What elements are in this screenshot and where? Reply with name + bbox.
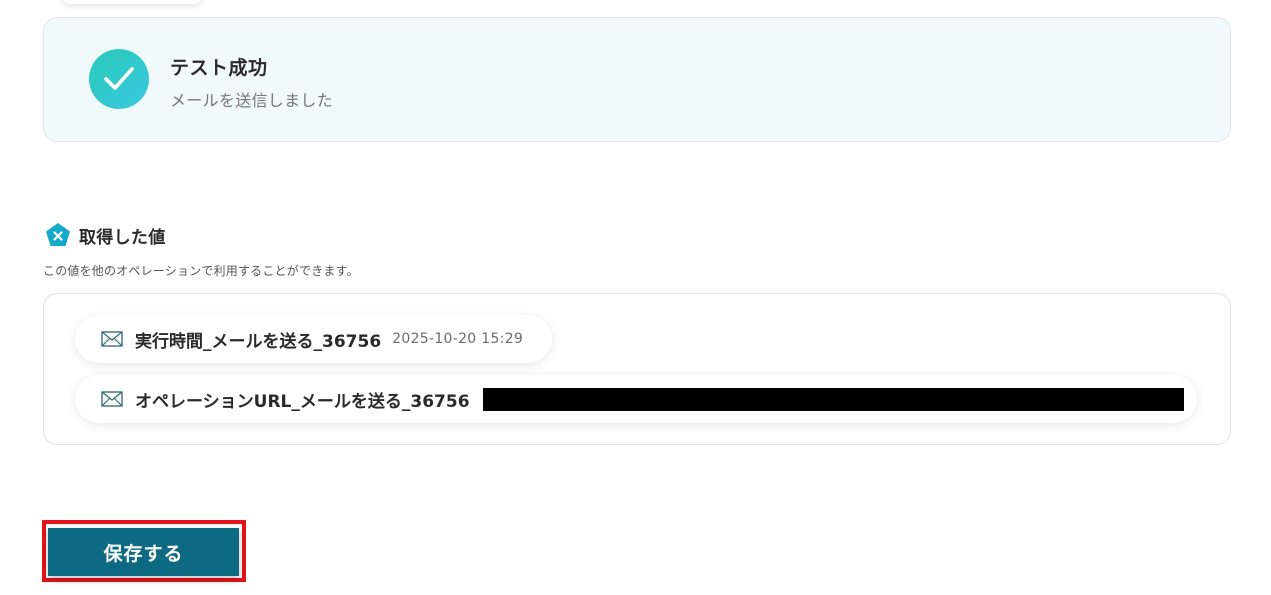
check-circle-icon xyxy=(89,49,149,109)
test-success-message: メールを送信しました xyxy=(170,91,334,110)
retrieved-values-header: 取得した値 xyxy=(45,222,166,248)
mail-icon xyxy=(101,391,123,407)
retrieved-values-title: 取得した値 xyxy=(79,227,166,248)
redacted-value xyxy=(482,387,1184,411)
test-success-card: テスト成功 メールを送信しました xyxy=(43,17,1231,142)
value-pill-execution-time[interactable]: 実行時間_メールを送る_36756 2025-10-20 15:29 xyxy=(75,315,552,363)
value-text: 2025-10-20 15:29 xyxy=(392,331,524,347)
mail-icon xyxy=(101,331,123,347)
retrieved-values-list: 実行時間_メールを送る_36756 2025-10-20 15:29 オペレーシ… xyxy=(43,293,1231,445)
test-success-title: テスト成功 xyxy=(170,57,268,79)
save-button[interactable]: 保存する xyxy=(48,526,239,576)
value-label: 実行時間_メールを送る_36756 xyxy=(135,331,382,352)
pentagon-x-badge-icon xyxy=(45,222,71,248)
retrieved-values-description: この値を他のオペレーションで利用することができます。 xyxy=(43,264,359,278)
top-card-edge xyxy=(62,0,202,4)
value-pill-operation-url[interactable]: オペレーションURL_メールを送る_36756 xyxy=(75,375,1197,423)
value-label: オペレーションURL_メールを送る_36756 xyxy=(135,391,470,412)
